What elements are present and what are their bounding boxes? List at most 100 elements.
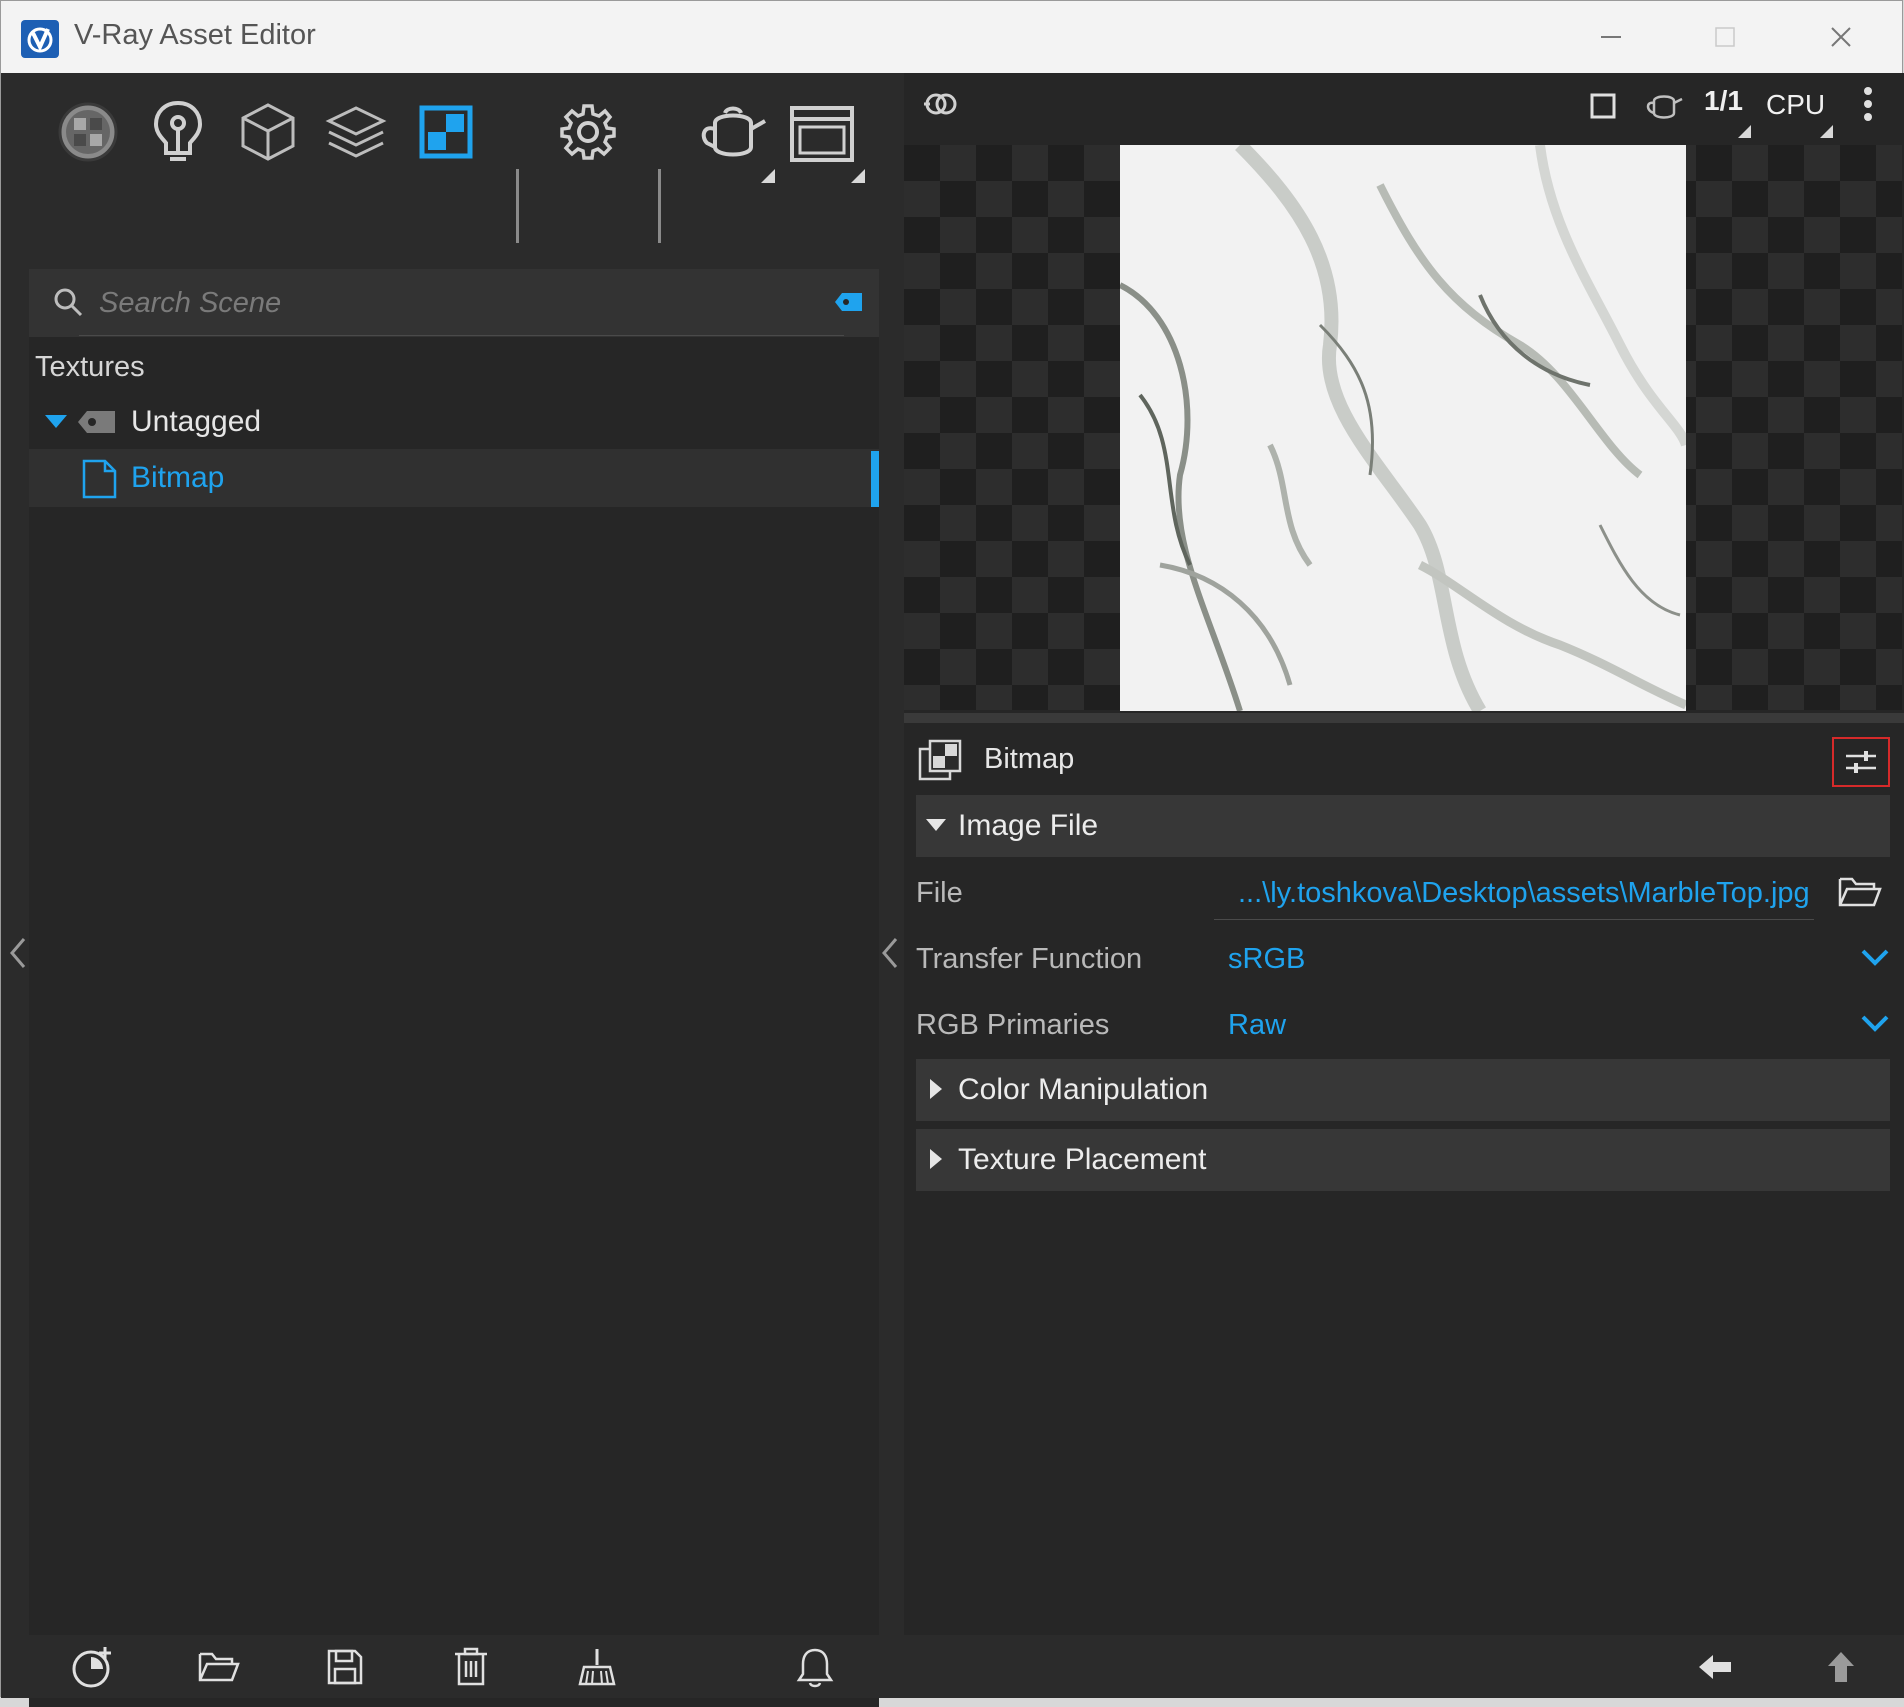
more-options-icon[interactable] <box>1862 85 1874 123</box>
cube-icon <box>241 103 295 161</box>
preview-toolbar: 1/1 CPU <box>904 73 1904 141</box>
property-transfer-function[interactable]: Transfer Function sRGB <box>904 929 1904 989</box>
rollout-texture-placement[interactable]: Texture Placement <box>916 1129 1890 1191</box>
folder-open-icon <box>198 1652 240 1682</box>
marble-texture-preview <box>1120 145 1686 711</box>
layers-icon <box>325 106 387 158</box>
tag-filter-icon[interactable] <box>834 291 864 313</box>
asset-header: Bitmap <box>904 723 1904 793</box>
purge-unused-button[interactable] <box>573 1645 621 1689</box>
asset-options-button[interactable] <box>1832 737 1890 787</box>
geometry-icon[interactable] <box>233 97 303 167</box>
left-panel: Search Scene Textures Untagged Bitmap <box>1 73 904 1707</box>
right-panel: 1/1 CPU Bitmap Image File File ...\ly.to… <box>904 73 1904 1635</box>
file-icon <box>82 459 117 499</box>
search-bar[interactable]: Search Scene <box>29 269 879 337</box>
ratio-numerator: 1 <box>1704 85 1720 116</box>
chevron-down-icon[interactable] <box>1860 947 1890 967</box>
engine-dropdown-indicator[interactable] <box>1820 125 1833 138</box>
search-input[interactable]: Search Scene <box>99 287 281 320</box>
rollout-expanded-icon <box>926 819 946 831</box>
arrow-up-icon <box>1828 1652 1854 1682</box>
materials-icon[interactable] <box>53 97 123 167</box>
maximize-button[interactable] <box>1701 17 1749 57</box>
preview-ratio[interactable]: 1/1 <box>1704 85 1743 117</box>
open-file-button[interactable] <box>195 1645 243 1689</box>
vray-logo-icon <box>21 20 59 58</box>
frame-buffer-icon <box>790 106 854 162</box>
property-label: Transfer Function <box>916 943 1143 975</box>
arrow-left-icon <box>1699 1655 1731 1679</box>
collapse-left-panel-icon[interactable] <box>7 933 29 973</box>
tree-item-label: Bitmap <box>131 461 225 494</box>
lights-icon[interactable] <box>143 97 213 167</box>
render-elements-icon[interactable] <box>321 97 391 167</box>
close-icon <box>1831 27 1851 47</box>
rollout-color-manipulation[interactable]: Color Manipulation <box>916 1059 1890 1121</box>
gear-icon <box>560 104 616 160</box>
engine-label[interactable]: CPU <box>1766 89 1825 121</box>
toolbar-separator <box>658 169 661 243</box>
render-dropdown-indicator[interactable] <box>761 169 775 183</box>
collapse-sidebar-icon[interactable] <box>879 933 901 973</box>
rollout-collapsed-icon <box>930 1079 942 1099</box>
teapot-preview-icon[interactable] <box>1644 91 1684 121</box>
file-path-field[interactable]: ...\ly.toshkova\Desktop\assets\MarbleTop… <box>1238 877 1810 910</box>
tag-icon <box>78 411 115 433</box>
texture-checker-icon <box>419 105 473 159</box>
property-file: File ...\ly.toshkova\Desktop\assets\Marb… <box>904 863 1904 923</box>
bell-icon <box>796 1648 834 1688</box>
file-field-underline <box>1214 919 1814 920</box>
title-bar: V-Ray Asset Editor <box>1 1 1902 73</box>
preview-sync-icon[interactable] <box>922 87 960 121</box>
property-rgb-primaries[interactable]: RGB Primaries Raw <box>904 995 1904 1055</box>
textures-icon[interactable] <box>411 97 481 167</box>
minimize-button[interactable] <box>1587 17 1635 57</box>
back-button[interactable] <box>1691 1645 1739 1689</box>
selection-indicator <box>871 451 879 507</box>
transfer-function-select[interactable]: sRGB <box>1228 943 1305 976</box>
bottom-toolbar <box>1 1635 1904 1698</box>
delete-button[interactable] <box>447 1645 495 1689</box>
preview-shape-icon[interactable] <box>1590 93 1616 119</box>
close-button[interactable] <box>1817 17 1865 57</box>
rgb-primaries-select[interactable]: Raw <box>1228 1009 1286 1042</box>
asset-tree: Textures Untagged Bitmap <box>29 337 879 1707</box>
section-header-textures: Textures <box>35 351 145 383</box>
settings-icon[interactable] <box>553 97 623 167</box>
property-label: File <box>916 877 963 909</box>
panel-splitter[interactable] <box>904 713 1904 723</box>
materials-icon <box>58 102 118 162</box>
bitmap-asset-icon <box>918 739 962 781</box>
tree-item-bitmap[interactable]: Bitmap <box>29 449 879 507</box>
ratio-dropdown-indicator[interactable] <box>1738 125 1751 138</box>
rollout-label: Texture Placement <box>958 1143 1207 1176</box>
frame-buffer-dropdown-indicator[interactable] <box>851 169 865 183</box>
expand-caret-icon[interactable] <box>45 415 67 428</box>
render-interactive-button[interactable] <box>693 97 773 171</box>
open-folder-icon[interactable] <box>1838 875 1882 909</box>
search-icon <box>54 288 83 317</box>
asset-editor-window: V-Ray Asset Editor Search Scene Textures… <box>0 0 1904 1707</box>
tree-group-untagged[interactable]: Untagged <box>29 393 879 451</box>
notifications-button[interactable] <box>791 1645 839 1689</box>
teapot-icon <box>701 106 766 157</box>
trash-icon <box>455 1647 487 1686</box>
maximize-icon <box>1715 27 1735 47</box>
create-asset-icon <box>72 1647 111 1688</box>
rollout-collapsed-icon <box>930 1149 942 1169</box>
broom-icon <box>578 1649 616 1686</box>
frame-buffer-button[interactable] <box>785 97 859 171</box>
toolbar-separator <box>516 169 519 243</box>
ratio-denominator: 1 <box>1727 85 1743 116</box>
asset-title: Bitmap <box>984 743 1075 775</box>
create-asset-button[interactable] <box>69 1645 117 1689</box>
chevron-down-icon[interactable] <box>1860 1013 1890 1033</box>
rollout-image-file[interactable]: Image File <box>916 795 1890 857</box>
sliders-icon <box>1846 751 1876 773</box>
rollout-label: Image File <box>958 809 1099 842</box>
minimize-icon <box>1601 36 1621 38</box>
rollout-label: Color Manipulation <box>958 1073 1209 1106</box>
parent-button[interactable] <box>1817 1645 1865 1689</box>
save-button[interactable] <box>321 1645 369 1689</box>
